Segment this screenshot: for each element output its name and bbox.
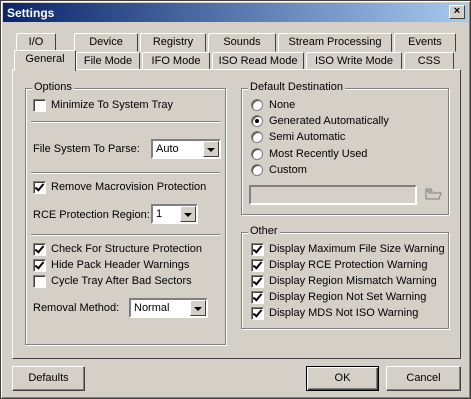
button-label: Defaults (28, 372, 69, 384)
checkbox-box (33, 259, 46, 272)
tab-label: Device (89, 36, 123, 48)
checkbox-box (33, 181, 46, 194)
ok-button[interactable]: OK (306, 366, 379, 391)
radio-circle (251, 164, 263, 176)
separator (31, 121, 220, 123)
checkbox-label: Display MDS Not ISO Warning (269, 307, 419, 319)
file-system-label: File System To Parse: (33, 143, 140, 155)
separator (31, 172, 220, 174)
button-label: Cancel (406, 372, 441, 384)
checkbox-box (251, 291, 264, 304)
other-group-title: Other (248, 225, 280, 237)
tab-label: IFO Mode (151, 55, 201, 67)
checkbox-label: Display Region Not Set Warning (269, 291, 427, 303)
close-icon: × (453, 5, 461, 17)
checkbox-box (33, 243, 46, 256)
tab-label: CSS (417, 55, 441, 67)
tab-label: ISO Write Mode (314, 55, 394, 67)
checkbox-box (33, 275, 46, 288)
radio-circle (251, 99, 263, 111)
tab-events[interactable]: Events (394, 33, 456, 52)
checkbox-label: Display RCE Protection Warning (269, 259, 428, 271)
radio-circle (251, 148, 263, 160)
tab-general[interactable]: General (14, 50, 76, 71)
chevron-down-icon[interactable] (180, 206, 196, 222)
tab-stream-processing[interactable]: Stream Processing (278, 33, 392, 52)
checkbox-label: Display Region Mismatch Warning (269, 275, 437, 287)
radio-label: Custom (269, 164, 307, 176)
checkbox-box (33, 99, 46, 112)
window-title: Settings (7, 6, 55, 20)
default-destination-title: Default Destination (248, 81, 345, 93)
checkbox-label: Display Maximum File Size Warning (269, 243, 445, 255)
tab-device[interactable]: Device (74, 33, 138, 52)
folder-icon[interactable] (425, 188, 442, 200)
separator (31, 234, 220, 236)
tab-registry[interactable]: Registry (140, 33, 206, 52)
tab-label: General (25, 53, 65, 65)
tab-label: Sounds (223, 36, 261, 48)
removal-method-select[interactable]: Normal (129, 298, 208, 318)
file-system-value: Auto (156, 143, 179, 155)
chevron-down-icon[interactable] (203, 141, 219, 157)
radio-label: Most Recently Used (269, 148, 368, 160)
radio-circle (251, 115, 263, 127)
title-bar[interactable]: Settings × (3, 3, 468, 22)
button-label: OK (334, 372, 351, 384)
checkbox-label: Remove Macrovision Protection (51, 181, 207, 193)
custom-path-input[interactable] (249, 185, 417, 205)
checkbox-label: Cycle Tray After Bad Sectors (51, 275, 192, 287)
radio-label: Semi Automatic (269, 131, 346, 143)
checkbox-box (251, 243, 264, 256)
checkbox-box (251, 259, 264, 272)
options-group: Options Minimize To System Tray File Sys… (25, 81, 226, 345)
settings-window: Settings × I/O Device Registry Sounds St… (0, 0, 471, 399)
general-tab-panel: Options Minimize To System Tray File Sys… (12, 69, 461, 359)
removal-method-label: Removal Method: (33, 302, 120, 314)
checkbox-box (251, 307, 264, 320)
cancel-button[interactable]: Cancel (386, 366, 461, 391)
close-button[interactable]: × (449, 5, 465, 19)
radio-label: Generated Automatically (269, 115, 389, 127)
checkbox-label: Minimize To System Tray (51, 99, 174, 111)
default-destination-group: Default Destination None Generated Autom… (241, 81, 449, 215)
options-group-title: Options (32, 81, 74, 93)
other-group: Other Display Maximum File Size Warning … (241, 225, 449, 329)
removal-method-value: Normal (134, 302, 170, 314)
rce-region-value: 1 (156, 208, 163, 220)
defaults-button[interactable]: Defaults (12, 366, 85, 391)
tab-label: Stream Processing (288, 36, 382, 48)
tab-label: I/O (28, 36, 44, 48)
radio-circle (251, 131, 263, 143)
radio-label: None (269, 99, 296, 111)
rce-region-select[interactable]: 1 (151, 204, 198, 224)
tab-label: Registry (152, 36, 194, 48)
tab-sounds[interactable]: Sounds (208, 33, 276, 52)
rce-region-label: RCE Protection Region: (33, 209, 150, 221)
checkbox-box (251, 275, 264, 288)
tab-label: File Mode (83, 55, 133, 67)
tab-label: ISO Read Mode (218, 55, 298, 67)
tab-label: Events (408, 36, 442, 48)
checkbox-label: Check For Structure Protection (51, 243, 203, 255)
checkbox-label: Hide Pack Header Warnings (51, 259, 190, 271)
file-system-select[interactable]: Auto (151, 139, 221, 159)
chevron-down-icon[interactable] (190, 300, 206, 316)
